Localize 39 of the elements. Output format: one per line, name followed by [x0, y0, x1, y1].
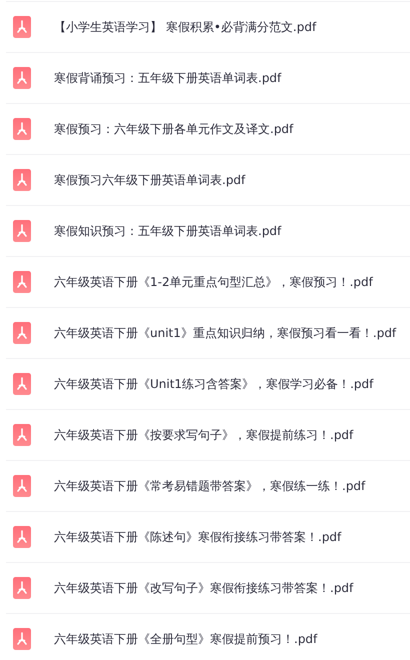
- file-name: 六年级英语下册《陈述句》寒假衔接练习带答案！.pdf: [54, 528, 342, 546]
- pdf-file-icon: [13, 475, 31, 497]
- file-row[interactable]: 六年级英语下册《按要求写句子》，寒假提前练习！.pdf: [6, 410, 410, 461]
- file-row[interactable]: 六年级英语下册《Unit1练习含答案》，寒假学习必备！.pdf: [6, 359, 410, 410]
- pdf-file-icon: [13, 67, 31, 89]
- pdf-file-icon: [13, 118, 31, 140]
- file-row[interactable]: 六年级英语下册《改写句子》寒假衔接练习带答案！.pdf: [6, 563, 410, 614]
- file-name: 六年级英语下册《1-2单元重点句型汇总》，寒假预习！.pdf: [54, 274, 373, 290]
- file-row[interactable]: 六年级英语下册《1-2单元重点句型汇总》，寒假预习！.pdf: [6, 257, 410, 308]
- pdf-file-icon: [13, 169, 31, 191]
- file-name: 六年级英语下册《unit1》重点知识归纳，寒假预习看一看！.pdf: [54, 324, 396, 342]
- pdf-file-icon: [13, 322, 31, 344]
- file-name: 六年级英语下册《改写句子》寒假衔接练习带答案！.pdf: [54, 580, 354, 596]
- pdf-file-icon: [13, 577, 31, 599]
- pdf-file-icon: [13, 271, 31, 293]
- file-row[interactable]: 六年级英语下册《常考易错题带答案》，寒假练一练！.pdf: [6, 461, 410, 512]
- pdf-file-icon: [13, 373, 31, 395]
- file-name: 【小学生英语学习】 寒假积累•必背满分范文.pdf: [54, 18, 316, 36]
- file-name: 六年级英语下册《Unit1练习含答案》，寒假学习必备！.pdf: [54, 376, 374, 392]
- file-row[interactable]: 六年级英语下册《陈述句》寒假衔接练习带答案！.pdf: [6, 512, 410, 563]
- pdf-file-icon: [13, 16, 31, 38]
- file-name: 寒假预习六年级下册英语单词表.pdf: [54, 172, 246, 188]
- file-name: 寒假预习：六年级下册各单元作文及译文.pdf: [54, 120, 294, 138]
- file-name: 寒假背诵预习：五年级下册英语单词表.pdf: [54, 70, 282, 86]
- file-row[interactable]: 寒假预习六年级下册英语单词表.pdf: [6, 155, 410, 206]
- pdf-file-icon: [13, 526, 31, 548]
- file-row[interactable]: 六年级英语下册《全册句型》寒假提前预习！.pdf: [6, 614, 410, 660]
- file-row[interactable]: 寒假预习：六年级下册各单元作文及译文.pdf: [6, 104, 410, 155]
- file-row[interactable]: 寒假知识预习：五年级下册英语单词表.pdf: [6, 206, 410, 257]
- pdf-file-icon: [13, 220, 31, 242]
- file-name: 寒假知识预习：五年级下册英语单词表.pdf: [54, 222, 282, 240]
- file-name: 六年级英语下册《全册句型》寒假提前预习！.pdf: [54, 630, 318, 648]
- file-name: 六年级英语下册《常考易错题带答案》，寒假练一练！.pdf: [54, 478, 366, 494]
- pdf-file-icon: [13, 628, 31, 650]
- file-row[interactable]: 六年级英语下册《unit1》重点知识归纳，寒假预习看一看！.pdf: [6, 308, 410, 359]
- file-row[interactable]: 寒假背诵预习：五年级下册英语单词表.pdf: [6, 53, 410, 104]
- pdf-file-icon: [13, 424, 31, 446]
- file-name: 六年级英语下册《按要求写句子》，寒假提前练习！.pdf: [54, 426, 354, 444]
- file-row[interactable]: 【小学生英语学习】 寒假积累•必背满分范文.pdf: [6, 2, 410, 53]
